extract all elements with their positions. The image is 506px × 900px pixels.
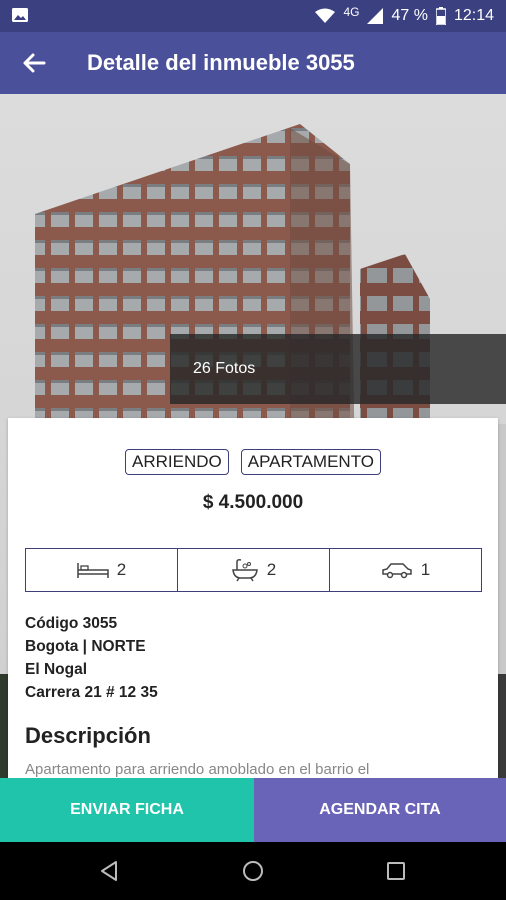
network-type: 4G — [343, 5, 360, 19]
tags: ARRIENDO APARTAMENTO — [8, 449, 498, 475]
bathrooms-count: 2 — [266, 560, 277, 579]
bedrooms-count: 2 — [116, 560, 127, 579]
parking-count: 1 — [420, 560, 431, 579]
status-bar: 4G 47 % 12:14 — [0, 0, 506, 32]
bedrooms-feature: 2 — [26, 549, 177, 591]
schedule-appointment-button[interactable]: AGENDAR CITA — [254, 778, 506, 842]
bathtub-icon — [231, 559, 258, 582]
description-text: Apartamento para arriendo amoblado en el… — [25, 761, 370, 778]
description-heading: Descripción — [25, 723, 151, 748]
system-navigation-bar — [0, 842, 506, 900]
bed-icon — [77, 563, 109, 578]
home-circle-icon[interactable] — [241, 859, 265, 883]
property-code: Código 3055 — [25, 615, 118, 632]
property-type-tag: APARTAMENTO — [240, 449, 381, 475]
property-address: Carrera 21 # 12 35 — [25, 684, 158, 701]
battery-percentage: 47 % — [391, 7, 428, 24]
page-title: Detalle del inmueble 3055 — [87, 50, 355, 75]
property-details-card: ARRIENDO APARTAMENTO $ 4.500.000 2 2 1 C… — [8, 418, 498, 778]
features-row: 2 2 1 — [25, 548, 482, 592]
image-icon — [12, 8, 28, 22]
battery-icon — [435, 7, 446, 25]
back-triangle-icon[interactable] — [97, 859, 121, 883]
recents-square-icon[interactable] — [384, 859, 408, 883]
clock: 12:14 — [453, 7, 494, 24]
arrow-left-icon[interactable] — [20, 49, 48, 77]
app-bar: Detalle del inmueble 3055 — [0, 32, 506, 94]
photo-count-overlay[interactable]: 26 Fotos — [170, 334, 506, 404]
operation-tag: ARRIENDO — [125, 449, 229, 475]
property-location: Bogota | NORTE — [25, 638, 146, 655]
bathrooms-feature: 2 — [177, 549, 329, 591]
car-icon — [382, 563, 412, 579]
property-neighborhood: El Nogal — [25, 661, 88, 678]
property-info: Código 3055 Bogota | NORTE El Nogal Carr… — [25, 612, 158, 704]
signal-icon — [367, 8, 384, 24]
send-sheet-button[interactable]: ENVIAR FICHA — [0, 778, 254, 842]
wifi-icon — [315, 8, 336, 23]
parking-feature: 1 — [329, 549, 481, 591]
price: $ 4.500.000 — [202, 492, 304, 513]
photo-count-label: 26 Fotos — [193, 360, 256, 377]
